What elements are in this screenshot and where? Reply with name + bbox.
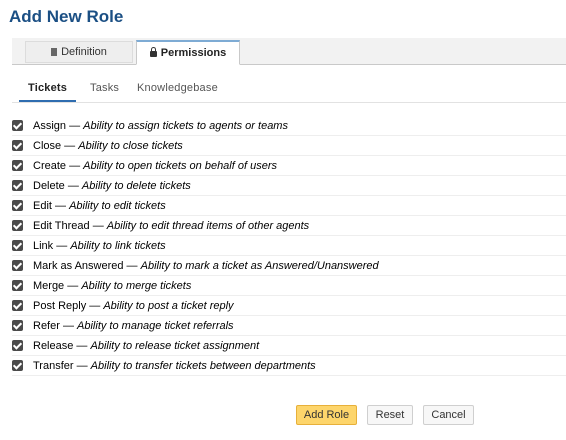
permission-name: Create — [33, 159, 67, 172]
permission-name: Edit — [33, 199, 52, 212]
permission-row: Delete — Ability to delete tickets — [12, 176, 566, 196]
permission-name: Refer — [33, 319, 60, 332]
tab-tickets[interactable]: Tickets — [19, 78, 77, 102]
permission-checkbox[interactable] — [12, 340, 23, 351]
permission-separator: — — [66, 119, 84, 132]
permission-name: Transfer — [33, 359, 74, 372]
permission-description: Ability to edit tickets — [69, 199, 166, 212]
permission-row: Assign — Ability to assign tickets to ag… — [12, 116, 566, 136]
permission-checkbox[interactable] — [12, 220, 23, 231]
document-icon — [51, 48, 58, 56]
tab-tasks[interactable]: Tasks — [90, 78, 119, 100]
permission-name: Assign — [33, 119, 67, 132]
permission-description: Ability to close tickets — [78, 139, 183, 152]
permission-name: Close — [33, 139, 62, 152]
permission-row: Refer — Ability to manage ticket referra… — [12, 316, 566, 336]
permission-row: Transfer — Ability to transfer tickets b… — [12, 356, 566, 376]
permission-name: Merge — [33, 279, 65, 292]
permission-name: Post Reply — [33, 299, 87, 312]
permission-separator: — — [66, 159, 84, 172]
permission-description: Ability to assign tickets to agents or t… — [83, 119, 288, 132]
permission-name: Link — [33, 239, 54, 252]
permission-separator: — — [123, 259, 141, 272]
tab-definition-label: Definition — [61, 46, 107, 58]
reset-button[interactable]: Reset — [367, 405, 413, 425]
cancel-button[interactable]: Cancel — [423, 405, 474, 425]
permission-description: Ability to delete tickets — [81, 179, 191, 192]
main-tabs: Definition Permissions — [12, 38, 566, 65]
permission-separator: — — [64, 179, 82, 192]
permission-checkbox[interactable] — [12, 260, 23, 271]
permission-separator: — — [73, 339, 91, 352]
permission-row: Mark as Answered — Ability to mark a tic… — [12, 256, 566, 276]
add-role-button[interactable]: Add Role — [296, 405, 357, 425]
permission-separator: — — [59, 319, 78, 332]
permission-description: Ability to merge tickets — [81, 279, 192, 292]
permission-checkbox[interactable] — [12, 120, 23, 131]
permission-sub-tabs: Tickets Tasks Knowledgebase — [12, 78, 566, 103]
permission-checkbox[interactable] — [12, 300, 23, 311]
permission-description: Ability to post a ticket reply — [103, 299, 234, 312]
permission-checkbox[interactable] — [12, 280, 23, 291]
permission-separator: — — [64, 279, 82, 292]
permission-checkbox[interactable] — [12, 320, 23, 331]
permission-row: Post Reply — Ability to post a ticket re… — [12, 296, 566, 316]
permission-name: Edit Thread — [33, 219, 90, 232]
permission-name: Release — [33, 339, 74, 352]
permission-name: Mark as Answered — [33, 259, 124, 272]
permission-row: Merge — Ability to merge tickets — [12, 276, 566, 296]
tab-definition[interactable]: Definition — [25, 41, 133, 63]
permission-description: Ability to transfer tickets between depa… — [90, 359, 316, 372]
permission-description: Ability to mark a ticket as Answered/Una… — [140, 259, 379, 272]
permission-checkbox[interactable] — [12, 160, 23, 171]
permission-description: Ability to open tickets on behalf of use… — [83, 159, 277, 172]
permission-description: Ability to release ticket assignment — [90, 339, 260, 352]
permission-checkbox[interactable] — [12, 200, 23, 211]
permission-separator: — — [61, 139, 79, 152]
permission-separator: — — [86, 299, 104, 312]
permission-checkbox[interactable] — [12, 180, 23, 191]
permission-separator: — — [51, 199, 70, 212]
permission-name: Delete — [33, 179, 65, 192]
permission-row: Edit — Ability to edit tickets — [12, 196, 566, 216]
permission-row: Close — Ability to close tickets — [12, 136, 566, 156]
permission-checkbox[interactable] — [12, 240, 23, 251]
permission-separator: — — [89, 219, 107, 232]
permission-separator: — — [73, 359, 91, 372]
permission-checkbox[interactable] — [12, 360, 23, 371]
page-title: Add New Role — [9, 7, 124, 26]
permission-description: Ability to manage ticket referrals — [77, 319, 234, 332]
permission-checkbox[interactable] — [12, 140, 23, 151]
permission-row: Create — Ability to open tickets on beha… — [12, 156, 566, 176]
tab-knowledgebase[interactable]: Knowledgebase — [137, 78, 218, 100]
permission-description: Ability to edit thread items of other ag… — [106, 219, 310, 232]
permission-row: Edit Thread — Ability to edit thread ite… — [12, 216, 566, 236]
permission-row: Release — Ability to release ticket assi… — [12, 336, 566, 356]
tab-permissions[interactable]: Permissions — [136, 40, 240, 65]
tab-permissions-label: Permissions — [160, 47, 227, 59]
permission-separator: — — [53, 239, 71, 252]
lock-icon — [149, 47, 157, 57]
permission-description: Ability to link tickets — [70, 239, 166, 252]
permission-list: Assign — Ability to assign tickets to ag… — [12, 116, 566, 376]
permission-row: Link — Ability to link tickets — [12, 236, 566, 256]
